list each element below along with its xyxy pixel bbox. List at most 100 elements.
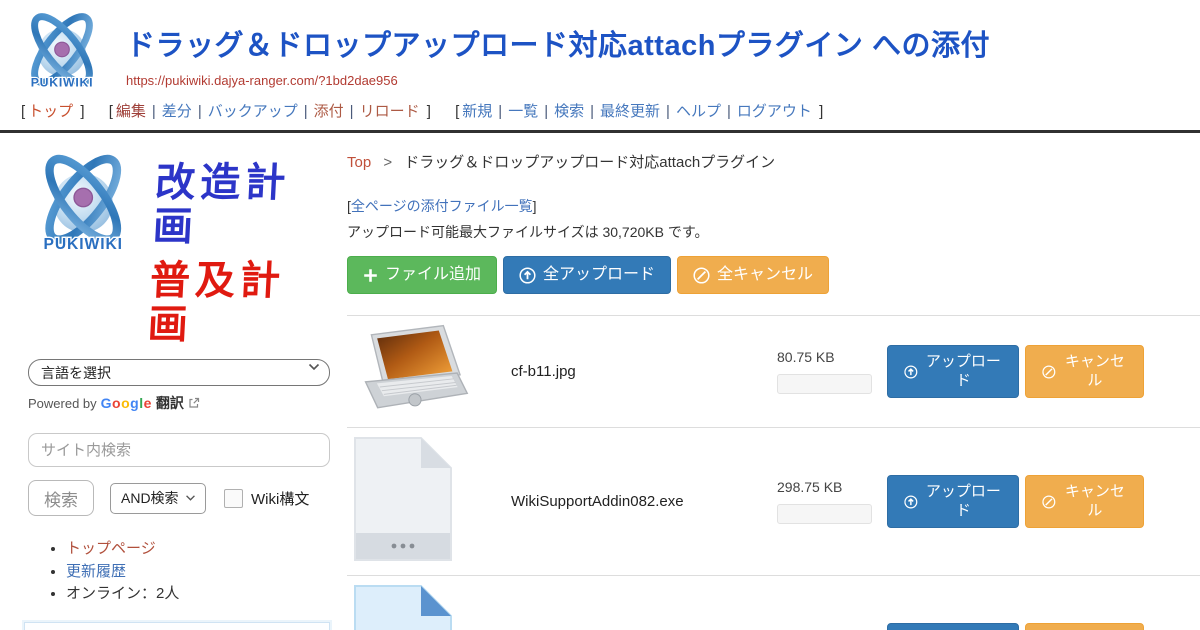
cancel-button[interactable]: キャンセル (1025, 623, 1144, 630)
pukiwiki-logo[interactable]: PUKIWIKI (16, 5, 108, 102)
banner-line1: 改造計画 (152, 161, 334, 249)
bracket: ] (427, 103, 431, 120)
upload-button[interactable]: アップロード (887, 623, 1019, 630)
progress-bar (777, 374, 872, 394)
pukiwiki-logo-text: PUKIWIKI (31, 75, 94, 89)
generic-file-icon (353, 436, 453, 562)
list-item: オンライン：2人 (66, 583, 330, 605)
cancel-button[interactable]: キャンセル (1025, 345, 1144, 399)
main-content: Top > ドラッグ＆ドロップアップロード対応attachプラグイン [全ページ… (345, 133, 1200, 630)
external-link-icon (188, 397, 200, 409)
translate-label: 翻訳 (156, 393, 184, 413)
breadcrumb-separator: > (383, 154, 392, 171)
nav-group-site: [新規|一覧|検索|最終更新|ヘルプ|ログアウト ] (452, 103, 826, 120)
cancel-circle-icon (693, 267, 710, 284)
file-size: 298.75 KB (777, 479, 887, 495)
cancel-circle-icon (1042, 364, 1056, 380)
html-file-icon: </> (353, 584, 453, 630)
top-navbar: [トップ ] [編集|差分|バックアップ|添付|リロード ] [新規|一覧|検索… (0, 96, 1200, 133)
search-mode-select[interactable]: AND検索 (110, 483, 206, 514)
separator: | (498, 103, 502, 120)
nav-link-logout[interactable]: ログアウト (737, 103, 812, 120)
upload-circle-icon (519, 267, 536, 284)
nav-link-top[interactable]: トップ (28, 103, 73, 120)
file-name: WikiSupportAddin082.exe (511, 493, 777, 510)
upload-button[interactable]: アップロード (887, 345, 1019, 399)
nav-link-attach[interactable]: 添付 (314, 103, 344, 120)
wiki-syntax-label: Wiki構文 (251, 488, 309, 509)
list-item: トップページ (66, 538, 330, 560)
cancel-button[interactable]: キャンセル (1025, 475, 1144, 529)
online-count: オンライン：2人 (66, 585, 179, 602)
separator: | (544, 103, 548, 120)
file-actions: アップロード キャンセル (887, 623, 1144, 630)
file-actions: アップロード キャンセル (887, 475, 1144, 529)
file-size-cell: 298.75 KB (777, 479, 887, 524)
nav-link-edit[interactable]: 編集 (116, 103, 146, 120)
nav-link-help[interactable]: ヘルプ (676, 103, 721, 120)
sidebar-link-history[interactable]: 更新履歴 (66, 563, 126, 580)
bracket: ] (819, 103, 823, 120)
page: PUKIWIKI ドラッグ＆ドロップアップロード対応attachプラグイン への… (0, 0, 1200, 630)
bracket: [ (21, 103, 25, 120)
nav-link-new[interactable]: 新規 (462, 103, 492, 120)
pukiwiki-atom-icon: PUKIWIKI (16, 5, 108, 97)
separator: | (152, 103, 156, 120)
progress-bar (777, 504, 872, 524)
sidebar: PUKIWIKI 改造計画 普及計画 言語を選択 Powered by Goog… (0, 133, 345, 630)
separator: | (590, 103, 594, 120)
banner-line2: 普及計画 (147, 259, 329, 347)
nav-link-reload[interactable]: リロード (360, 103, 420, 120)
sidebar-banner[interactable]: PUKIWIKI 改造計画 普及計画 (28, 143, 330, 347)
add-file-button[interactable]: ファイル追加 (347, 256, 497, 294)
file-size: 80.75 KB (777, 349, 887, 365)
nav-link-backup[interactable]: バックアップ (208, 103, 298, 120)
max-upload-size-text: アップロード可能最大ファイルサイズは 30,720KB です。 (347, 222, 1200, 242)
search-input[interactable] (28, 433, 330, 467)
table-row: </> contents.html 60.78 KB (347, 576, 1200, 630)
header: PUKIWIKI ドラッグ＆ドロップアップロード対応attachプラグイン への… (0, 0, 1200, 96)
file-size-cell: 80.75 KB (777, 349, 887, 394)
bracket: [ (109, 103, 113, 120)
sidebar-heading-pukiwiki-kaizo[interactable]: PukiWiki改造計画 (24, 622, 330, 630)
breadcrumb-current: ドラッグ＆ドロップアップロード対応attachプラグイン (404, 154, 775, 171)
file-thumbnail-cell (353, 324, 511, 419)
search-controls: 検索 AND検索 Wiki構文 (28, 480, 330, 516)
sidebar-link-list: トップページ 更新履歴 オンライン：2人 (28, 538, 330, 605)
cancel-all-button[interactable]: 全キャンセル (677, 256, 829, 294)
nav-group-page: [編集 | 差分 | バックアップ | 添付 | リロード ] (106, 103, 434, 120)
language-select[interactable]: 言語を選択 (28, 359, 330, 386)
bracket: ] (80, 103, 84, 120)
file-thumbnail-cell (353, 436, 511, 567)
plus-icon (363, 268, 378, 283)
google-logo-text: Google (101, 395, 152, 411)
upload-file-list: cf-b11.jpg 80.75 KB アップロード (347, 315, 1200, 630)
pukiwiki-logo-text: PUKIWIKI (44, 236, 123, 253)
breadcrumb-top-link[interactable]: Top (347, 154, 371, 171)
nav-link-diff[interactable]: 差分 (162, 103, 192, 120)
page-title: ドラッグ＆ドロップアップロード対応attachプラグイン への添付 (126, 22, 1200, 64)
upload-circle-icon (904, 494, 918, 510)
bracket: [ (455, 103, 459, 120)
separator: | (350, 103, 354, 120)
separator: | (666, 103, 670, 120)
upload-button[interactable]: アップロード (887, 475, 1019, 529)
file-actions: アップロード キャンセル (887, 345, 1144, 399)
separator: | (304, 103, 308, 120)
powered-by-translate: Powered by Google 翻訳 (28, 393, 330, 413)
attach-list-line: [全ページの添付ファイル一覧] (347, 196, 1200, 216)
table-row: WikiSupportAddin082.exe 298.75 KB アップロード (347, 428, 1200, 576)
nav-link-recent[interactable]: 最終更新 (600, 103, 660, 120)
separator: | (198, 103, 202, 120)
nav-link-list[interactable]: 一覧 (508, 103, 538, 120)
search-button[interactable]: 検索 (28, 480, 94, 516)
nav-link-search[interactable]: 検索 (554, 103, 584, 120)
upload-all-button[interactable]: 全アップロード (503, 256, 671, 294)
sidebar-link-toppage[interactable]: トップページ (66, 540, 156, 557)
attach-file-list-link[interactable]: 全ページの添付ファイル一覧 (351, 198, 533, 214)
bracket: ] (533, 198, 537, 214)
breadcrumb: Top > ドラッグ＆ドロップアップロード対応attachプラグイン (347, 151, 1200, 172)
upload-circle-icon (904, 364, 918, 380)
wiki-syntax-checkbox[interactable] (224, 489, 243, 508)
table-row: cf-b11.jpg 80.75 KB アップロード (347, 316, 1200, 428)
